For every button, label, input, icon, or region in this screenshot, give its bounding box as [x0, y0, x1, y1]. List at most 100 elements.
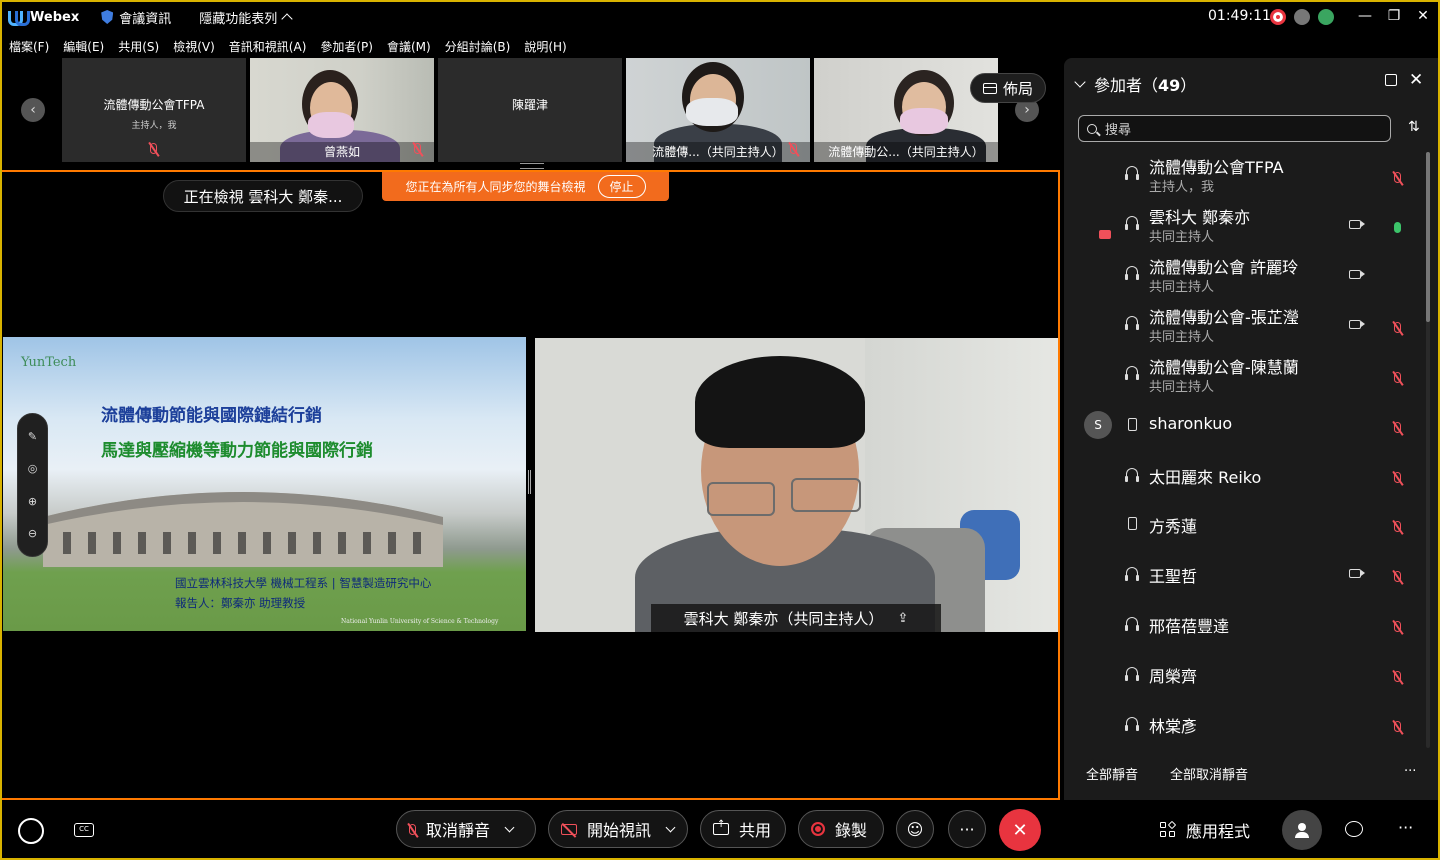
- leave-meeting-button[interactable]: ✕: [999, 809, 1041, 851]
- chevron-down-icon[interactable]: [665, 822, 676, 832]
- search-placeholder: 搜尋: [1105, 123, 1132, 138]
- close-panel-icon[interactable]: ✕: [1409, 70, 1423, 90]
- camera-off-icon: [561, 823, 577, 835]
- zoom-out-icon[interactable]: ⊖: [28, 527, 37, 540]
- participant-search-input[interactable]: 搜尋: [1078, 115, 1391, 142]
- more-right-button[interactable]: ···: [1398, 818, 1413, 837]
- participant-row[interactable]: 太田麗來 Reiko: [1064, 452, 1424, 502]
- mic-muted-icon[interactable]: [1394, 617, 1401, 636]
- participant-name: 流體傳動公會-張芷瀅: [1149, 308, 1299, 327]
- unmute-button[interactable]: 取消靜音: [396, 810, 536, 848]
- closed-captions-icon[interactable]: CC: [74, 823, 94, 837]
- menu-edit[interactable]: 編輯(E): [63, 38, 104, 55]
- participant-row[interactable]: 流體傳動公會 許麗玲 共同主持人: [1064, 252, 1424, 302]
- unmute-all-button[interactable]: 全部取消靜音: [1170, 764, 1248, 783]
- menu-meeting[interactable]: 會議(M): [387, 38, 431, 55]
- participant-row[interactable]: 邢蓓蓓豐達: [1064, 601, 1424, 651]
- mic-muted-icon[interactable]: [1394, 368, 1401, 387]
- network-health-icon[interactable]: [1318, 9, 1334, 25]
- phone-icon: [1128, 418, 1137, 431]
- minimize-button[interactable]: —: [1352, 6, 1378, 26]
- meeting-info-button[interactable]: 會議資訊: [101, 8, 171, 27]
- close-window-button[interactable]: ✕: [1410, 6, 1436, 26]
- restore-button[interactable]: ❐: [1381, 6, 1407, 26]
- camera-icon[interactable]: [1349, 220, 1365, 229]
- mic-muted-icon[interactable]: [1394, 318, 1401, 337]
- participant-row[interactable]: 流體傳動公會-張芷瀅 共同主持人: [1064, 302, 1424, 352]
- participant-row[interactable]: 王聖哲: [1064, 551, 1424, 601]
- mic-muted-icon[interactable]: [1394, 717, 1401, 736]
- share-button[interactable]: 共用: [700, 810, 786, 848]
- mic-muted-icon[interactable]: [1394, 517, 1401, 536]
- thumb-tfpa[interactable]: 流體傳動公會TFPA 主持人，我: [62, 58, 246, 162]
- popout-panel-icon[interactable]: [1385, 74, 1397, 86]
- mic-muted-icon: [150, 139, 157, 158]
- stage-split-handle[interactable]: [528, 470, 531, 494]
- participants-toggle-button[interactable]: [1282, 810, 1322, 850]
- menu-file[interactable]: 檔案(F): [9, 38, 49, 55]
- strip-prev-button[interactable]: ‹: [21, 98, 45, 122]
- sort-icon[interactable]: ⇅: [1408, 119, 1420, 135]
- annotate-icon[interactable]: ✎: [28, 430, 37, 443]
- participant-row[interactable]: 方秀蓮: [1064, 501, 1424, 551]
- layout-button[interactable]: 佈局: [970, 73, 1046, 103]
- stop-sync-button[interactable]: 停止: [597, 175, 646, 198]
- shared-content-slide[interactable]: YunTech 流體傳動節能與國際鏈結行銷 馬達與壓縮機等動力節能與國際行銷 國…: [3, 337, 526, 631]
- participant-row[interactable]: 雲科大 鄭秦亦 共同主持人: [1064, 202, 1424, 252]
- active-speaker-video[interactable]: [535, 338, 1058, 632]
- camera-icon[interactable]: [1349, 270, 1365, 279]
- menu-participants[interactable]: 參加者(P): [320, 38, 373, 55]
- app-name: Webex: [30, 9, 80, 25]
- menu-bar: 檔案(F) 編輯(E) 共用(S) 檢視(V) 音訊和視訊(A) 參加者(P) …: [0, 34, 572, 58]
- apps-button[interactable]: 應用程式: [1160, 818, 1250, 842]
- viewing-indicator: 正在檢視 雲科大 鄭秦...: [163, 180, 363, 212]
- participant-row[interactable]: 流體傳動公會-陳慧蘭 共同主持人: [1064, 352, 1424, 402]
- thumb-participant-5[interactable]: 流體傳動公...（共同主持人）: [814, 58, 998, 162]
- chevron-down-icon[interactable]: [504, 822, 515, 832]
- camera-icon[interactable]: [1349, 320, 1365, 329]
- slide-title: 流體傳動節能與國際鏈結行銷: [101, 406, 322, 426]
- participant-row[interactable]: 周榮齊: [1064, 651, 1424, 701]
- mute-all-button[interactable]: 全部靜音: [1086, 764, 1138, 783]
- headset-icon: [1125, 216, 1139, 230]
- share-out-icon[interactable]: ⇪: [897, 611, 908, 626]
- participants-header[interactable]: 參加者（49）: [1074, 72, 1196, 96]
- reactions-button[interactable]: ☺: [896, 810, 934, 848]
- slide-subtitle: 馬達與壓縮機等動力節能與國際行銷: [101, 441, 373, 461]
- chat-icon[interactable]: [1345, 821, 1363, 837]
- participants-scroll-thumb[interactable]: [1426, 152, 1430, 322]
- menu-audio-video[interactable]: 音訊和視訊(A): [229, 38, 307, 55]
- mic-muted-icon[interactable]: [1394, 168, 1401, 187]
- menu-share[interactable]: 共用(S): [118, 38, 159, 55]
- record-button[interactable]: 錄製: [798, 810, 884, 848]
- face-mask: [686, 98, 738, 126]
- menu-view[interactable]: 檢視(V): [173, 38, 215, 55]
- remote-control-icon[interactable]: ◎: [28, 462, 38, 475]
- menu-help[interactable]: 說明(H): [524, 38, 566, 55]
- zoom-in-icon[interactable]: ⊕: [28, 495, 37, 508]
- participant-row[interactable]: 林棠彥: [1064, 701, 1424, 751]
- thumb-participant-2[interactable]: 曾燕如: [250, 58, 434, 162]
- key-icon[interactable]: [1294, 9, 1310, 25]
- mic-active-icon[interactable]: [1394, 218, 1401, 237]
- mic-muted-icon[interactable]: [1394, 468, 1401, 487]
- close-icon: ✕: [1012, 819, 1028, 841]
- mic-muted-icon[interactable]: [1394, 567, 1401, 586]
- mic-muted-icon[interactable]: [1394, 418, 1401, 437]
- recording-status-icon[interactable]: [1270, 9, 1286, 25]
- participant-name: sharonkuo: [1149, 414, 1233, 433]
- thumb-participant-3[interactable]: 陳躍津: [438, 58, 622, 162]
- participant-row[interactable]: S sharonkuo: [1064, 402, 1424, 452]
- strip-resize-handle[interactable]: [520, 163, 544, 169]
- face-mask: [900, 108, 948, 134]
- panel-more-button[interactable]: ···: [1404, 764, 1416, 779]
- more-options-button[interactable]: ···: [948, 810, 986, 848]
- participant-row[interactable]: 流體傳動公會TFPA 主持人，我: [1064, 152, 1424, 202]
- start-video-button[interactable]: 開始視訊: [548, 810, 688, 848]
- menu-breakout[interactable]: 分組討論(B): [445, 38, 511, 55]
- mic-muted-icon[interactable]: [1394, 667, 1401, 686]
- thumb-participant-4[interactable]: 流體傳...（共同主持人）: [626, 58, 810, 162]
- camera-icon[interactable]: [1349, 569, 1365, 578]
- webex-assistant-icon[interactable]: [18, 818, 44, 844]
- hide-menu-button[interactable]: 隱藏功能表列: [199, 8, 293, 27]
